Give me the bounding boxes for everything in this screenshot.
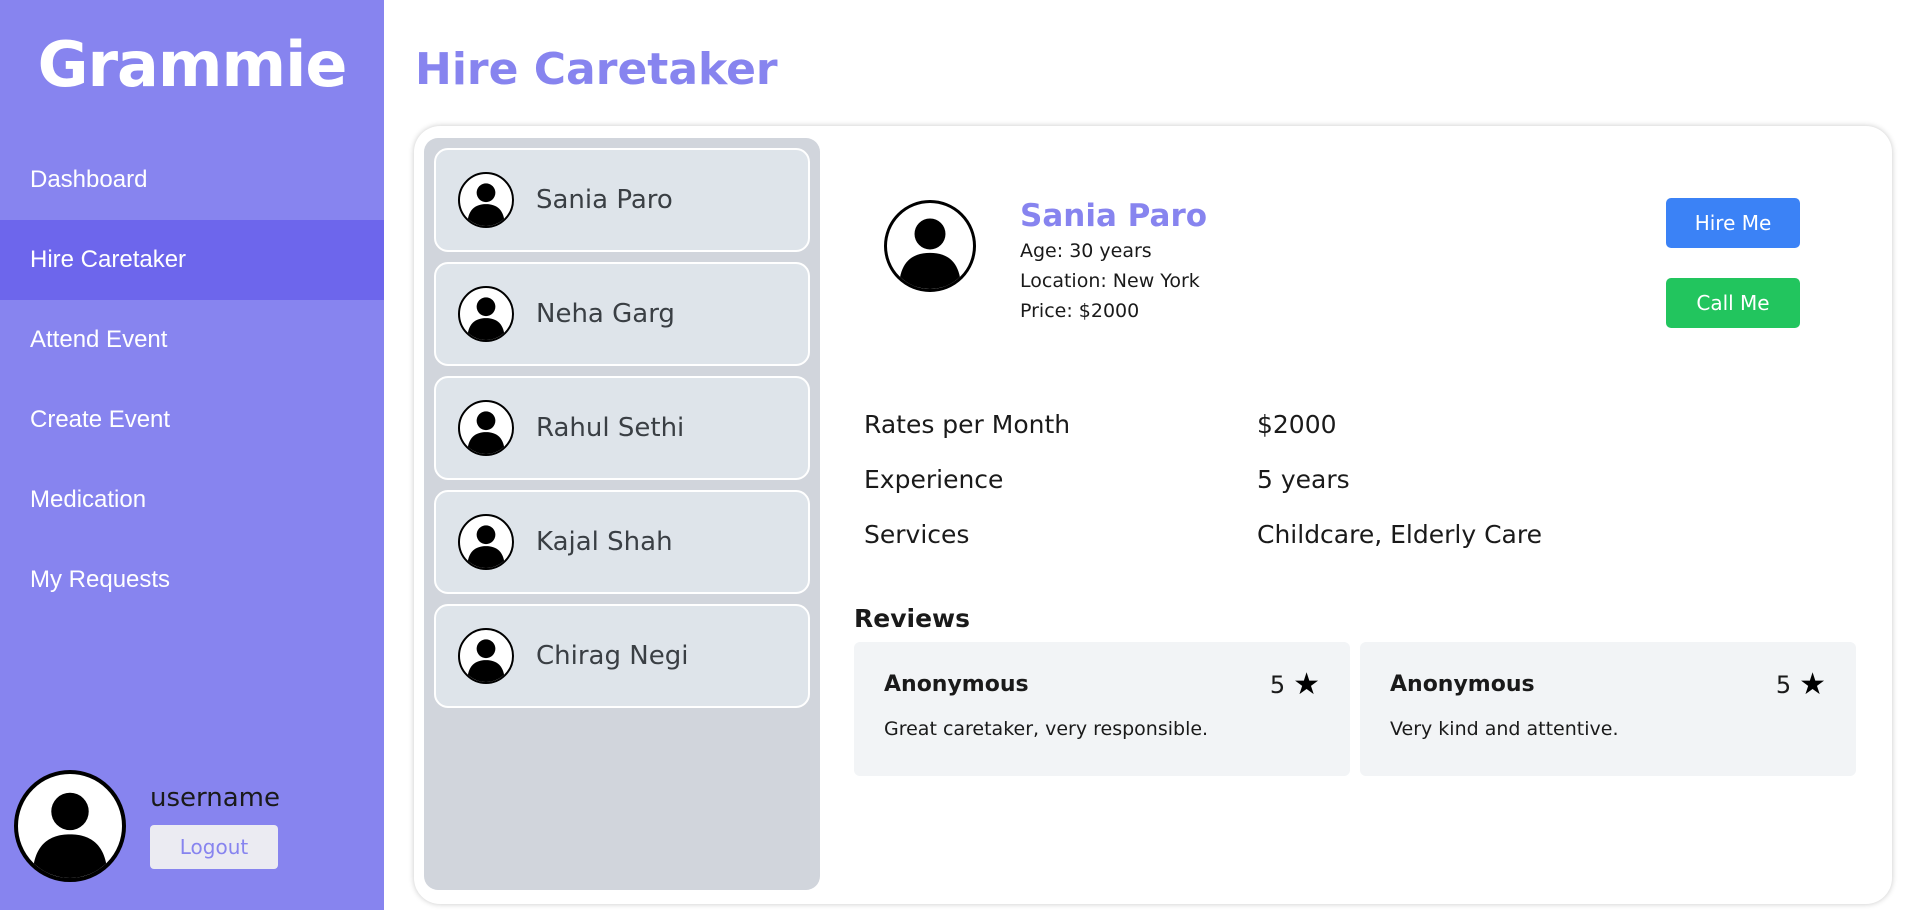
person-silhouette-icon [458,172,514,228]
star-icon: ★ [1293,667,1320,702]
sidebar: Grammie Dashboard Hire Caretaker Attend … [0,0,384,910]
detail-value: 5 years [1257,465,1350,494]
review-rating-value: 5 [1775,671,1792,699]
sidebar-item-medication[interactable]: Medication [0,460,384,540]
review-author: Anonymous [884,672,1029,697]
detail-value: Childcare, Elderly Care [1257,520,1542,549]
sidebar-item-dashboard[interactable]: Dashboard [0,140,384,220]
caretaker-name: Chirag Negi [536,641,689,671]
detail-label: Services [864,520,970,549]
review-author: Anonymous [1390,672,1535,697]
username-label: username [150,783,280,813]
caretaker-list-item[interactable]: Kajal Shah [434,490,810,594]
call-me-button[interactable]: Call Me [1666,278,1800,328]
review-text: Very kind and attentive. [1390,718,1619,740]
user-panel: username Logout [14,770,280,882]
user-meta: username Logout [150,783,280,869]
profile-age: Age: 30 years [1020,240,1152,262]
hire-me-button[interactable]: Hire Me [1666,198,1800,248]
review-card: Anonymous 5 ★ Great caretaker, very resp… [854,642,1350,776]
caretaker-name: Neha Garg [536,299,675,329]
caretaker-list-item[interactable]: Rahul Sethi [434,376,810,480]
sidebar-item-my-requests[interactable]: My Requests [0,540,384,620]
reviews-heading: Reviews [854,604,971,633]
page-title: Hire Caretaker [415,44,778,95]
profile-price: Price: $2000 [1020,300,1140,322]
profile-name: Sania Paro [1020,198,1208,234]
person-silhouette-icon [458,628,514,684]
sidebar-item-create-event[interactable]: Create Event [0,380,384,460]
person-silhouette-icon [458,286,514,342]
caretaker-name: Kajal Shah [536,527,673,557]
brand-logo[interactable]: Grammie [0,28,384,101]
review-card: Anonymous 5 ★ Very kind and attentive. [1360,642,1856,776]
sidebar-item-hire-caretaker[interactable]: Hire Caretaker [0,220,384,300]
caretaker-list-item[interactable]: Neha Garg [434,262,810,366]
profile-location: Location: New York [1020,270,1200,292]
logout-button[interactable]: Logout [150,825,278,869]
caretaker-name: Sania Paro [536,185,673,215]
caretaker-list-item[interactable]: Sania Paro [434,148,810,252]
profile-avatar-icon [884,200,976,292]
review-rating: 5 ★ [1270,670,1320,700]
caretaker-list[interactable]: Sania Paro Neha Garg Rahul Sethi Kajal S… [424,138,820,890]
star-icon: ★ [1799,667,1826,702]
review-text: Great caretaker, very responsible. [884,718,1209,740]
review-rating-value: 5 [1269,671,1286,699]
detail-label: Experience [864,465,1004,494]
app-root: Grammie Dashboard Hire Caretaker Attend … [0,0,1912,910]
sidebar-nav: Dashboard Hire Caretaker Attend Event Cr… [0,140,384,620]
person-silhouette-icon [458,400,514,456]
caretaker-list-item[interactable]: Chirag Negi [434,604,810,708]
detail-label: Rates per Month [864,410,1071,439]
caretaker-card: Sania Paro Neha Garg Rahul Sethi Kajal S… [414,126,1892,904]
review-rating: 5 ★ [1776,670,1826,700]
user-avatar-icon [14,770,126,882]
caretaker-detail: Sania Paro Age: 30 years Location: New Y… [850,126,1870,904]
detail-value: $2000 [1257,410,1337,439]
person-silhouette-icon [458,514,514,570]
sidebar-item-attend-event[interactable]: Attend Event [0,300,384,380]
caretaker-name: Rahul Sethi [536,413,685,443]
